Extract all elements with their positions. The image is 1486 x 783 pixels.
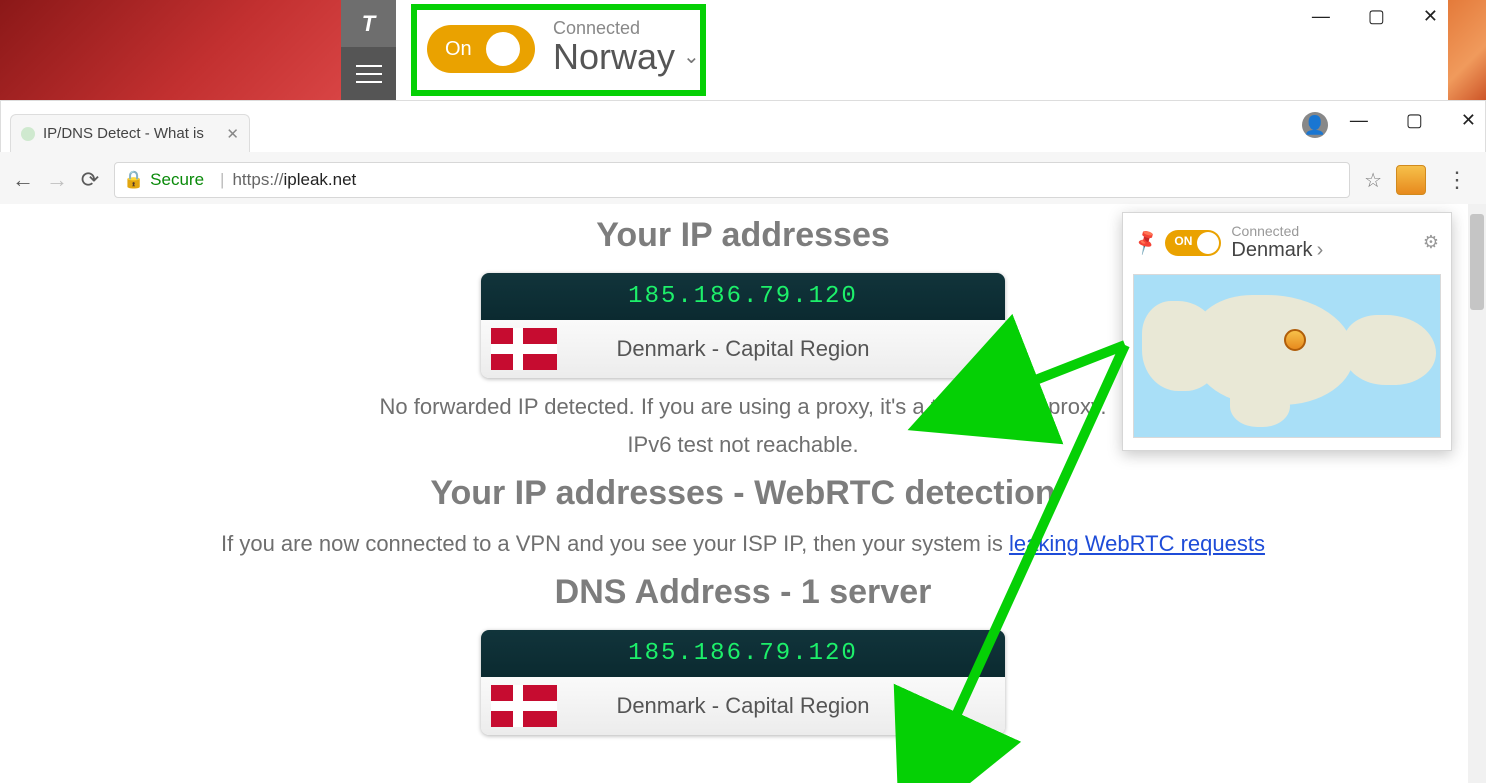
- webrtc-message-text: If you are now connected to a VPN and yo…: [221, 531, 1009, 556]
- flag-denmark-icon: [491, 328, 557, 370]
- extension-world-map[interactable]: [1133, 274, 1441, 438]
- favicon-icon: [21, 127, 35, 141]
- close-button[interactable]: ✕: [1461, 110, 1476, 131]
- vpn-menu-button[interactable]: [341, 47, 396, 100]
- vpn-app-window: T On Connected Norway⌄ — ▢ ✕: [341, 0, 1448, 100]
- bookmark-star-icon[interactable]: ☆: [1364, 168, 1382, 193]
- chrome-toolbar: ← → ⟳ 🔒 Secure | https://ipleak.net ☆ ⋮: [0, 156, 1486, 205]
- flag-denmark-icon: [491, 685, 557, 727]
- vpn-logo-icon: T: [341, 0, 396, 47]
- desktop-wallpaper-right: [1448, 0, 1486, 100]
- reload-button[interactable]: ⟳: [80, 167, 100, 193]
- chrome-tab-strip: IP/DNS Detect - What is ✕ 👤 — ▢ ✕: [0, 100, 1486, 156]
- address-bar[interactable]: 🔒 Secure | https://ipleak.net: [114, 162, 1350, 198]
- scrollbar-thumb[interactable]: [1470, 214, 1484, 310]
- dns-location-text: Denmark - Capital Region: [491, 693, 995, 719]
- tab-title: IP/DNS Detect - What is: [43, 125, 204, 142]
- section-heading-webrtc: Your IP addresses - WebRTC detection: [0, 474, 1486, 513]
- close-button[interactable]: ✕: [1423, 6, 1438, 27]
- dns-result-card: 185.186.79.120 Denmark - Capital Region: [481, 630, 1005, 735]
- ip-address-value: 185.186.79.120: [481, 273, 1005, 320]
- extension-status-block[interactable]: Connected Denmark›: [1231, 223, 1323, 262]
- toggle-knob: [486, 32, 520, 66]
- dns-location-row: Denmark - Capital Region: [481, 677, 1005, 735]
- ip-result-card: 185.186.79.120 Denmark - Capital Region: [481, 273, 1005, 378]
- vpn-window-controls: — ▢ ✕: [1312, 6, 1438, 27]
- minimize-button[interactable]: —: [1312, 6, 1330, 27]
- pin-icon[interactable]: 📌: [1131, 228, 1161, 257]
- desktop-wallpaper-left: [0, 0, 341, 100]
- hamburger-icon: [356, 73, 382, 75]
- maximize-button[interactable]: ▢: [1368, 6, 1385, 27]
- minimize-button[interactable]: —: [1350, 110, 1368, 131]
- forward-button[interactable]: →: [46, 167, 66, 193]
- vpn-toggle-label: On: [445, 38, 472, 61]
- toggle-knob: [1197, 232, 1219, 254]
- section-heading-dns: DNS Address - 1 server: [0, 573, 1486, 612]
- secure-label: Secure: [150, 170, 204, 190]
- vertical-scrollbar[interactable]: [1468, 204, 1486, 783]
- chevron-down-icon: ⌄: [683, 39, 700, 75]
- ip-location-text: Denmark - Capital Region: [491, 336, 995, 362]
- vpn-toggle[interactable]: On: [427, 25, 535, 73]
- map-server-marker-icon: [1284, 329, 1306, 351]
- chevron-right-icon: ›: [1317, 239, 1324, 262]
- tab-close-icon[interactable]: ✕: [226, 125, 239, 143]
- back-button[interactable]: ←: [12, 167, 32, 193]
- extension-status-label: Connected: [1231, 223, 1323, 239]
- webrtc-message: If you are now connected to a VPN and yo…: [60, 531, 1426, 557]
- extension-country: Denmark: [1231, 239, 1312, 262]
- ip-location-row: Denmark - Capital Region: [481, 320, 1005, 378]
- vpn-status-block[interactable]: Connected Norway⌄: [553, 18, 700, 75]
- chrome-window-controls: — ▢ ✕: [1350, 110, 1476, 131]
- webrtc-leak-link[interactable]: leaking WebRTC requests: [1009, 531, 1265, 556]
- extension-toggle-label: ON: [1174, 234, 1192, 248]
- chrome-menu-icon[interactable]: ⋮: [1440, 167, 1474, 193]
- chrome-window: IP/DNS Detect - What is ✕ 👤 — ▢ ✕ ← → ⟳ …: [0, 100, 1486, 783]
- maximize-button[interactable]: ▢: [1406, 110, 1423, 131]
- vpn-extension-icon[interactable]: [1396, 165, 1426, 195]
- dns-ip-value: 185.186.79.120: [481, 630, 1005, 677]
- extension-vpn-toggle[interactable]: ON: [1165, 230, 1221, 256]
- url-text: https://ipleak.net: [232, 170, 356, 190]
- chrome-profile-icon[interactable]: 👤: [1302, 112, 1328, 138]
- vpn-extension-popup: 📌 ON Connected Denmark› ⚙: [1122, 212, 1452, 451]
- separator: |: [220, 170, 224, 190]
- lock-icon: 🔒: [123, 170, 144, 190]
- vpn-country: Norway: [553, 39, 675, 75]
- browser-tab[interactable]: IP/DNS Detect - What is ✕: [10, 114, 250, 152]
- gear-icon[interactable]: ⚙: [1423, 232, 1439, 253]
